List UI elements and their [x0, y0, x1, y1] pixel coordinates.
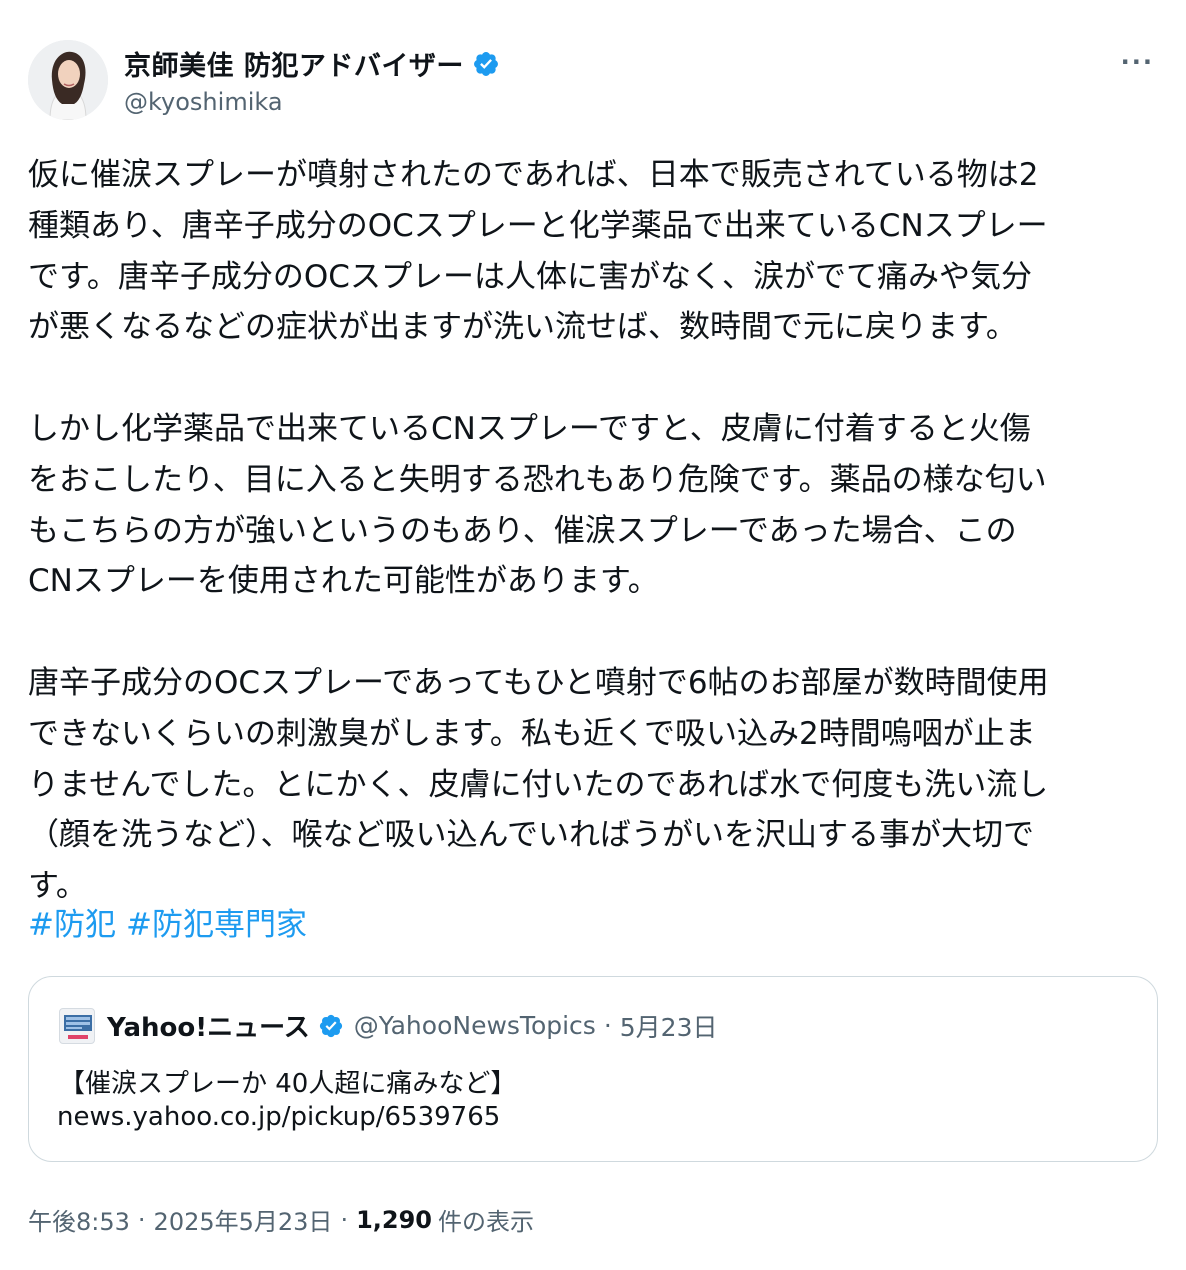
tweet: 京師美佳 防犯アドバイザー @kyoshimika ··· 仮に催涙スプレーが噴…	[0, 0, 1186, 1270]
avatar-portrait-icon	[28, 40, 108, 120]
paragraph-2: しかし化学薬品で出来ているCNスプレーですと、皮膚に付着すると火傷 をおこしたり…	[28, 410, 1047, 600]
quoted-text: 【催涙スプレーか 40人超に痛みなど】	[59, 1069, 517, 1099]
quoted-link[interactable]: news.yahoo.co.jp/pickup/6539765	[57, 1102, 500, 1132]
separator-dot: ·	[340, 1205, 349, 1234]
views-count[interactable]: 1,290	[356, 1206, 432, 1234]
quoted-handle: @YahooNewsTopics	[353, 1011, 596, 1040]
paragraph-1: 仮に催涙スプレーが噴射されたのであれば、日本で販売されている物は2 種類あり、唐…	[28, 157, 1048, 346]
avatar[interactable]	[28, 40, 108, 120]
hashtag-link[interactable]: #防犯	[28, 907, 116, 943]
quoted-date: 5月23日	[619, 1012, 718, 1042]
post-time[interactable]: 午後8:53	[28, 1202, 130, 1237]
paragraph-3: 唐辛子成分のOCスプレーであってもひと噴射で6帖のお部屋が数時間使用 できないく…	[28, 664, 1049, 905]
display-name[interactable]: 京師美佳 防犯アドバイザー	[124, 44, 464, 83]
separator-dot: ·	[137, 1205, 146, 1234]
hashtag-link[interactable]: #防犯専門家	[126, 907, 307, 943]
hashtags: #防犯 #防犯専門家	[28, 899, 317, 944]
verified-badge-icon[interactable]	[472, 50, 500, 78]
quoted-tweet-card[interactable]: Yahoo!ニュース @YahooNewsTopics · 5月23日 【催涙ス…	[28, 976, 1158, 1162]
quoted-verified-badge-icon	[318, 1013, 344, 1039]
yahoo-news-logo-icon	[59, 1007, 95, 1044]
post-date[interactable]: 2025年5月23日	[154, 1202, 333, 1237]
quoted-display-name: Yahoo!ニュース	[107, 1013, 310, 1043]
quoted-header: Yahoo!ニュース @YahooNewsTopics · 5月23日	[59, 1007, 718, 1044]
tweet-header: 京師美佳 防犯アドバイザー @kyoshimika ···	[28, 38, 1158, 122]
more-options-icon[interactable]: ···	[1121, 48, 1154, 76]
handle[interactable]: @kyoshimika	[124, 88, 283, 116]
tweet-text: 仮に催涙スプレーが噴射されたのであれば、日本で販売されている物は2 種類あり、唐…	[28, 150, 1158, 912]
name-row: 京師美佳 防犯アドバイザー	[124, 44, 500, 83]
views-label: 件の表示	[438, 1208, 534, 1236]
tweet-meta: 午後8:53 · 2025年5月23日 · 1,290 件の表示	[28, 1202, 534, 1237]
separator-dot: ·	[603, 1011, 612, 1040]
